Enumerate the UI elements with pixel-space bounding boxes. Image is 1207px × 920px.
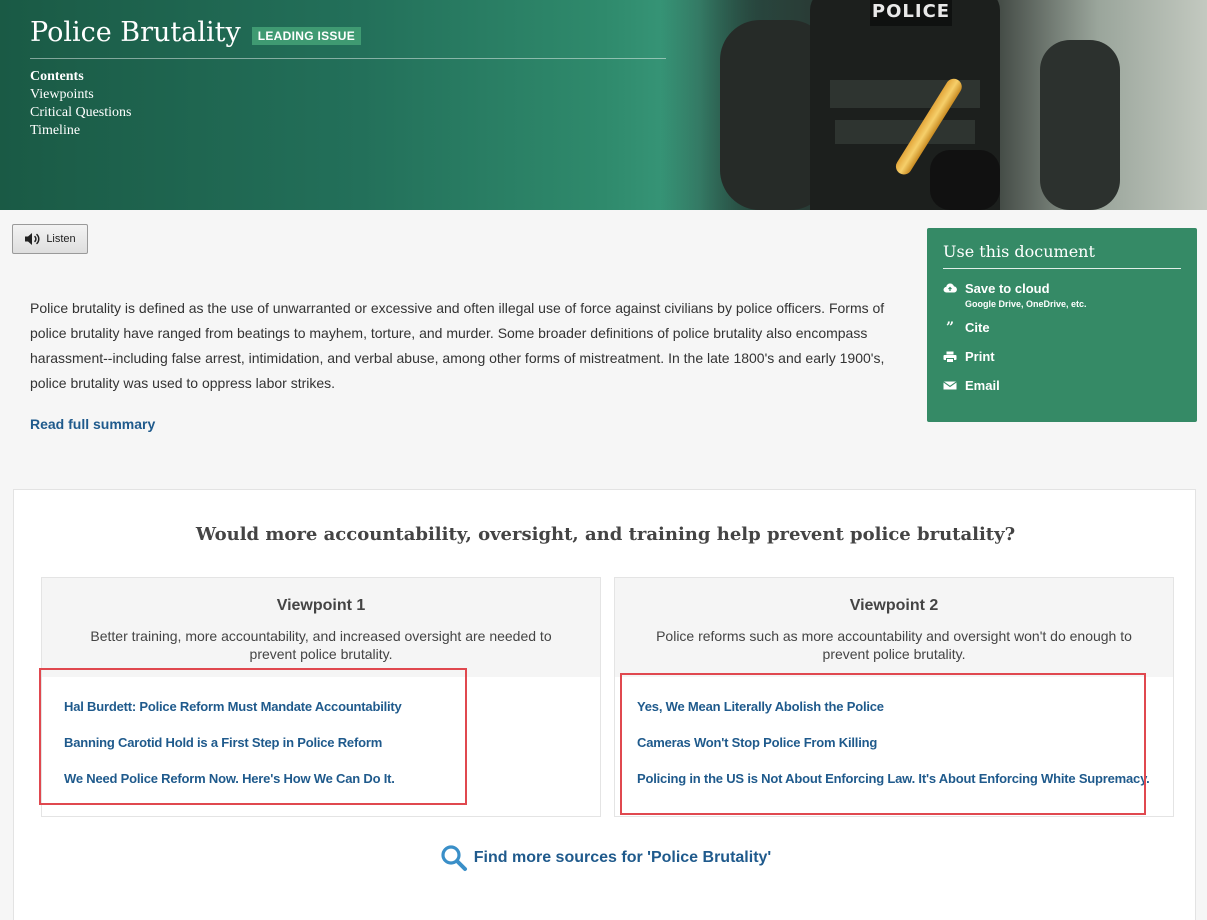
- viewpoint-2-description: Police reforms such as more accountabili…: [656, 628, 1132, 662]
- envelope-icon: [943, 381, 957, 390]
- print-button[interactable]: Print: [943, 349, 995, 364]
- quote-icon: ”: [945, 320, 955, 336]
- use-document-divider: [943, 268, 1181, 269]
- find-more-sources-label: Find more sources for 'Police Brutality': [473, 849, 772, 866]
- listen-button[interactable]: Listen: [12, 224, 88, 254]
- glove: [930, 150, 1000, 210]
- nav-timeline[interactable]: Timeline: [30, 122, 132, 140]
- save-to-cloud-button[interactable]: Save to cloud Google Drive, OneDrive, et…: [943, 280, 1087, 309]
- summary-text: Police brutality is defined as the use o…: [30, 300, 885, 391]
- leading-issue-badge: LEADING ISSUE: [251, 26, 361, 45]
- email-label: Email: [965, 378, 1000, 393]
- use-document-panel: Use this document Save to cloud Google D…: [927, 228, 1197, 422]
- nav-contents[interactable]: Contents: [30, 68, 132, 86]
- printer-icon: [943, 351, 957, 363]
- viewpoint-1-description: Better training, more accountability, an…: [90, 628, 552, 662]
- hero-divider: [30, 58, 666, 59]
- hero-nav: Contents Viewpoints Critical Questions T…: [30, 68, 132, 140]
- listen-label: Listen: [46, 233, 76, 245]
- save-to-cloud-sub: Google Drive, OneDrive, etc.: [965, 299, 1087, 309]
- read-full-summary-link[interactable]: Read full summary: [30, 416, 155, 432]
- find-more-sources-link[interactable]: Find more sources for 'Police Brutality': [14, 844, 1197, 872]
- hero-banner: POLICE Police Brutality LEADING ISSUE Co…: [0, 0, 1207, 210]
- viewpoint-2-title: Viewpoint 2: [849, 597, 939, 614]
- police-patch: POLICE: [870, 0, 952, 26]
- use-document-title: Use this document: [943, 242, 1095, 261]
- hero-photo: POLICE: [660, 0, 1207, 210]
- viewpoint-1-header: Viewpoint 1 Better training, more accoun…: [42, 578, 600, 677]
- magnifier-icon: [441, 845, 467, 871]
- highlight-box-viewpoint-2: [620, 673, 1146, 815]
- viewpoint-1-title: Viewpoint 1: [276, 597, 366, 614]
- speaker-icon: [25, 233, 40, 245]
- save-to-cloud-label: Save to cloud: [965, 281, 1050, 296]
- viewpoint-2-header: Viewpoint 2 Police reforms such as more …: [615, 578, 1173, 677]
- cloud-upload-icon: [943, 283, 957, 293]
- critical-question: Would more accountability, oversight, an…: [195, 524, 1016, 545]
- hero-title-row: Police Brutality LEADING ISSUE: [30, 17, 361, 48]
- highlight-box-viewpoint-1: [39, 668, 467, 805]
- page-title: Police Brutality: [30, 17, 241, 48]
- email-button[interactable]: Email: [943, 378, 1000, 393]
- print-label: Print: [965, 349, 995, 364]
- cite-button[interactable]: ” Cite: [943, 320, 990, 336]
- nav-critical-questions[interactable]: Critical Questions: [30, 104, 132, 122]
- nav-viewpoints[interactable]: Viewpoints: [30, 86, 132, 104]
- cite-label: Cite: [965, 320, 990, 335]
